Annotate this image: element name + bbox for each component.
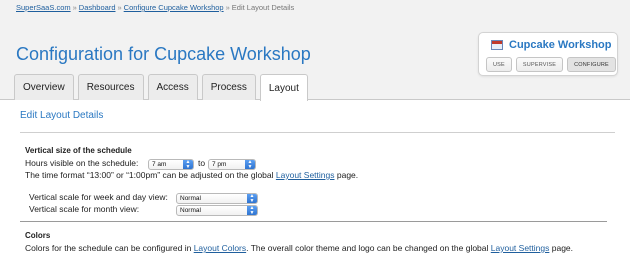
- hours-to-value: 7 pm: [212, 161, 227, 168]
- breadcrumb-link-home[interactable]: SuperSaaS.com: [16, 3, 71, 12]
- hours-from-select[interactable]: 7 am ▲ ▼: [148, 159, 194, 170]
- breadcrumb-link-configure[interactable]: Configure Cupcake Workshop: [124, 3, 224, 12]
- use-button[interactable]: USE: [486, 57, 512, 72]
- week-scale-label: Vertical scale for week and day view:: [29, 192, 168, 202]
- tab-process[interactable]: Process: [201, 74, 256, 100]
- colors-text-middle: . The overall color theme and logo can b…: [246, 243, 491, 253]
- month-scale-label: Vertical scale for month view:: [29, 204, 140, 214]
- hours-to-label: to: [198, 158, 206, 168]
- supervise-button[interactable]: SUPERVISE: [515, 57, 564, 72]
- breadcrumb-separator: »: [225, 3, 230, 12]
- select-arrows-icon: ▲ ▼: [247, 194, 257, 203]
- configure-button[interactable]: CONFIGURE: [567, 57, 616, 72]
- hours-visible-label: Hours visible on the schedule:: [25, 158, 139, 168]
- calendar-icon: [491, 40, 503, 50]
- section-title: Edit Layout Details: [20, 110, 104, 121]
- colors-text-start: Colors for the schedule can be configure…: [25, 243, 194, 253]
- layout-colors-link[interactable]: Layout Colors: [194, 243, 246, 253]
- breadcrumb: SuperSaaS.com» Dashboard» Configure Cupcak…: [16, 3, 294, 12]
- colors-text-end: page.: [549, 243, 574, 253]
- week-scale-value: Normal: [180, 195, 201, 202]
- week-scale-select[interactable]: Normal ▲ ▼: [176, 193, 258, 204]
- time-format-note-text: The time format “13:00” or “1:00pm” can …: [25, 170, 276, 180]
- schedule-widget-header: Cupcake Workshop: [491, 39, 612, 51]
- tab-overview[interactable]: Overview: [14, 74, 74, 100]
- month-scale-select[interactable]: Normal ▲ ▼: [176, 205, 258, 216]
- hours-to-select[interactable]: 7 pm ▲ ▼: [208, 159, 256, 170]
- layout-settings-link[interactable]: Layout Settings: [276, 170, 335, 180]
- time-format-note-end: page.: [334, 170, 359, 180]
- tab-bar: Overview Resources Access Process Layout: [14, 74, 308, 101]
- select-arrows-icon: ▲ ▼: [247, 206, 257, 215]
- layout-settings-link[interactable]: Layout Settings: [491, 243, 550, 253]
- breadcrumb-separator: »: [117, 3, 122, 12]
- colors-text: Colors for the schedule can be configure…: [25, 243, 573, 253]
- select-arrows-icon: ▲ ▼: [183, 160, 193, 169]
- breadcrumb-link-dashboard[interactable]: Dashboard: [79, 3, 116, 12]
- tab-access[interactable]: Access: [147, 74, 198, 100]
- breadcrumb-current: Edit Layout Details: [231, 3, 295, 12]
- tab-layout[interactable]: Layout: [259, 74, 308, 101]
- vertical-size-heading: Vertical size of the schedule: [25, 146, 132, 155]
- month-scale-value: Normal: [180, 207, 201, 214]
- time-format-note: The time format “13:00” or “1:00pm” can …: [25, 170, 358, 180]
- select-arrows-icon: ▲ ▼: [245, 160, 255, 169]
- colors-heading: Colors: [25, 231, 51, 240]
- breadcrumb-separator: »: [72, 3, 77, 12]
- divider: [20, 221, 607, 222]
- tab-resources[interactable]: Resources: [77, 74, 144, 100]
- divider: [20, 132, 615, 133]
- schedule-name[interactable]: Cupcake Workshop: [509, 39, 612, 51]
- page-title: Configuration for Cupcake Workshop: [16, 44, 311, 64]
- hours-from-value: 7 am: [152, 161, 167, 168]
- schedule-mode-buttons: USE SUPERVISE CONFIGURE: [486, 57, 616, 72]
- schedule-widget: Cupcake Workshop USE SUPERVISE CONFIGURE: [478, 32, 618, 76]
